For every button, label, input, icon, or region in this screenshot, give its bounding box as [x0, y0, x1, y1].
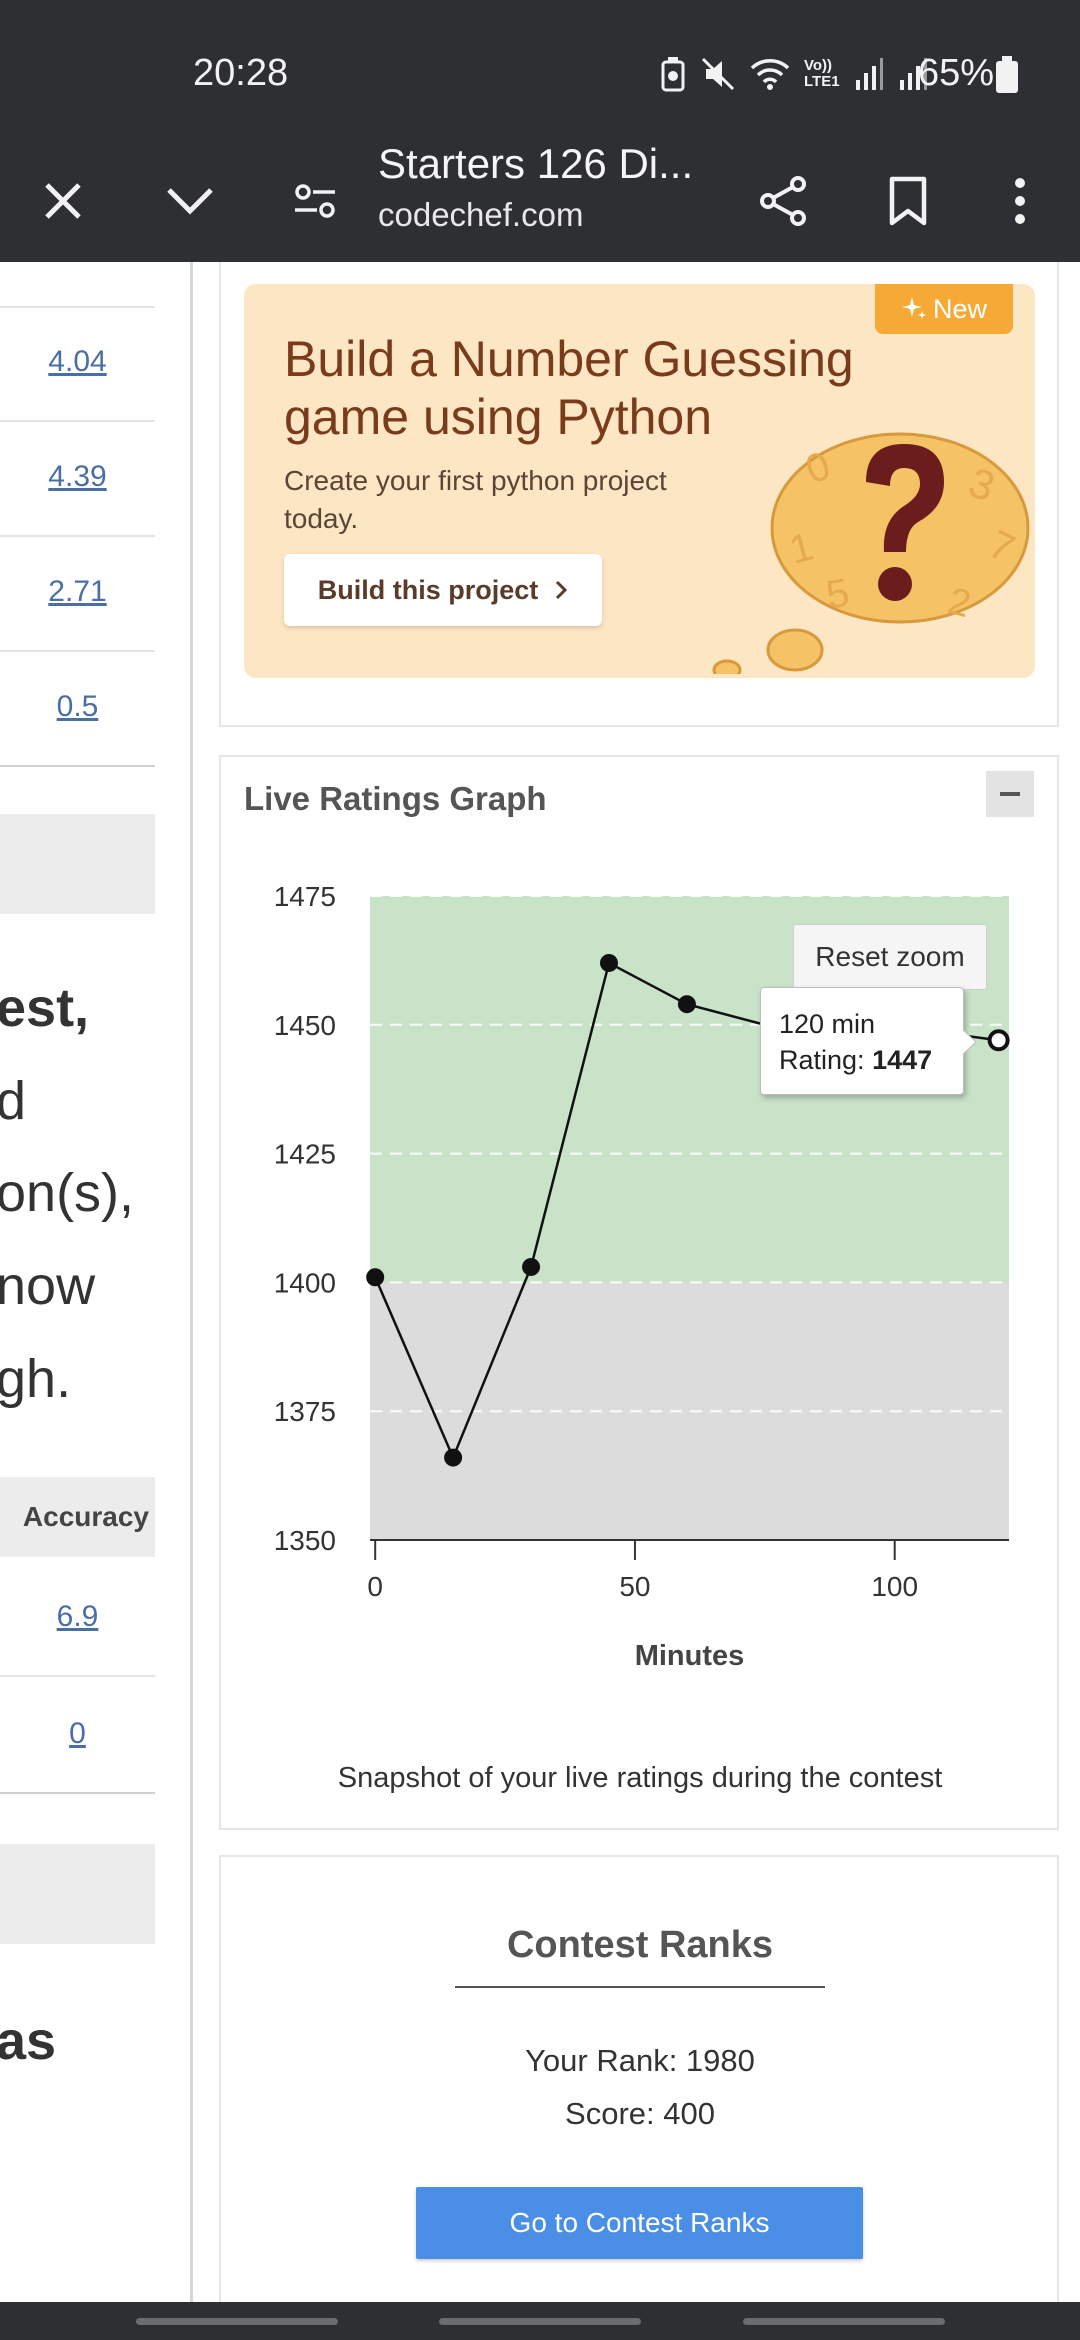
reset-zoom-button[interactable]: Reset zoom: [793, 924, 987, 990]
sparkle-icon: [901, 297, 926, 319]
graph-title: Live Ratings Graph: [244, 780, 547, 817]
tune-icon: [295, 184, 335, 218]
text-fragment-4: now: [0, 1256, 96, 1316]
battery-saver-icon: [661, 57, 685, 92]
collapse-button[interactable]: [986, 771, 1034, 817]
system-nav-bar: [0, 2302, 1080, 2340]
y-tick-label-1: 1375: [274, 1396, 336, 1427]
volte-label: Vo)) LTE1: [804, 57, 840, 90]
close-icon: [45, 183, 81, 219]
minus-icon: [1000, 792, 1020, 796]
rating-point-1: [444, 1448, 463, 1467]
y-tick-label-0: 1350: [274, 1525, 336, 1556]
stat-link-2[interactable]: 4.39: [0, 460, 155, 494]
chevron-down-icon: [167, 188, 213, 215]
text-fragment-6: as: [0, 2011, 57, 2071]
go-to-contest-ranks-button[interactable]: Go to Contest Ranks: [416, 2187, 863, 2259]
text-fragment-2: d: [0, 1071, 27, 1131]
battery-icon: [996, 56, 1018, 93]
nav-handle-1[interactable]: [136, 2318, 338, 2325]
question-bubble-icon: 0 3 1 7 5 2: [712, 432, 1030, 674]
y-tick-label-4: 1450: [274, 1010, 336, 1041]
bookmark-icon: [889, 176, 927, 226]
x-axis-label: Minutes: [635, 1640, 745, 1672]
close-tab-button[interactable]: [13, 140, 113, 262]
x-tick-label-1: 50: [619, 1571, 650, 1602]
text-fragment-5: gh.: [0, 1349, 72, 1409]
minimize-button[interactable]: [140, 140, 240, 262]
left-scroll-column: 4.04 4.39 2.71 0.5 est, d on(s), now gh.…: [0, 262, 190, 2302]
signal-icon: [856, 58, 883, 90]
share-button[interactable]: [733, 140, 833, 262]
accuracy-link-1[interactable]: 6.9: [0, 1600, 155, 1634]
more-vert-icon: [1015, 178, 1025, 224]
stat-link-4[interactable]: 0.5: [0, 690, 155, 724]
tab-url[interactable]: codechef.com: [378, 196, 583, 234]
bookmark-button[interactable]: [858, 140, 958, 262]
battery-percent: 65%: [918, 52, 995, 94]
build-project-button[interactable]: Build this project: [284, 554, 602, 626]
ranks-title: Contest Ranks: [506, 1924, 774, 1966]
accuracy-header: Accuracy: [0, 1477, 155, 1557]
text-fragment-1: est,: [0, 978, 90, 1038]
tooltip-value: 1447: [872, 1045, 933, 1075]
nav-handle-3[interactable]: [743, 2318, 945, 2325]
tooltip-pointer: [963, 1030, 977, 1054]
score: Score: 400: [565, 2096, 715, 2131]
y-tick-label-3: 1425: [274, 1139, 336, 1170]
section-header-bg: [0, 814, 155, 914]
promo-banner[interactable]: New Build a Number Guessing game using P…: [244, 284, 1035, 678]
rating-point-2: [522, 1257, 541, 1276]
column-divider: [190, 262, 193, 2302]
new-badge: New: [875, 284, 1013, 334]
build-project-label: Build this project: [317, 574, 539, 605]
your-rank: Your Rank: 1980: [525, 2043, 755, 2078]
nav-handle-2[interactable]: [439, 2318, 641, 2325]
ranks-title-underline: [455, 1986, 825, 1988]
accuracy-link-2[interactable]: 0: [0, 1717, 155, 1751]
chevron-right-icon: [556, 580, 568, 600]
wifi-icon: [750, 59, 790, 90]
share-icon: [760, 176, 806, 226]
chart-tooltip: 120 min Rating: 1447: [760, 987, 964, 1095]
promo-subtitle: Create your first python project today.: [284, 465, 667, 534]
more-options-button[interactable]: [970, 140, 1070, 262]
status-icons: Vo)) LTE1: [660, 52, 928, 96]
site-settings-button[interactable]: [265, 140, 365, 262]
tab-title[interactable]: Starters 126 Di...: [378, 140, 693, 188]
status-time: 20:28: [193, 52, 289, 94]
section-header-bg-2: [0, 1844, 155, 1944]
text-fragment-3: on(s),: [0, 1163, 135, 1223]
y-tick-label-2: 1400: [274, 1267, 336, 1298]
stat-link-3[interactable]: 2.71: [0, 575, 155, 609]
y-tick-label-5: 1475: [274, 881, 336, 912]
tooltip-label: Rating:: [779, 1045, 873, 1075]
status-bar: 20:28 Vo)) LTE1 65%: [0, 0, 1080, 140]
new-badge-label: New: [932, 293, 987, 324]
rating-point-3: [599, 953, 618, 972]
x-tick-label-2: 100: [871, 1571, 918, 1602]
stat-link-1[interactable]: 4.04: [0, 345, 155, 379]
rating-point-4: [677, 995, 696, 1014]
rating-point-0: [366, 1268, 385, 1287]
x-tick-label-0: 0: [367, 1571, 383, 1602]
tooltip-time: 120 min: [779, 1009, 876, 1039]
rating-point-highlight: [987, 1029, 1010, 1052]
graph-caption: Snapshot of your live ratings during the…: [337, 1762, 943, 1794]
mute-icon: [701, 57, 735, 91]
